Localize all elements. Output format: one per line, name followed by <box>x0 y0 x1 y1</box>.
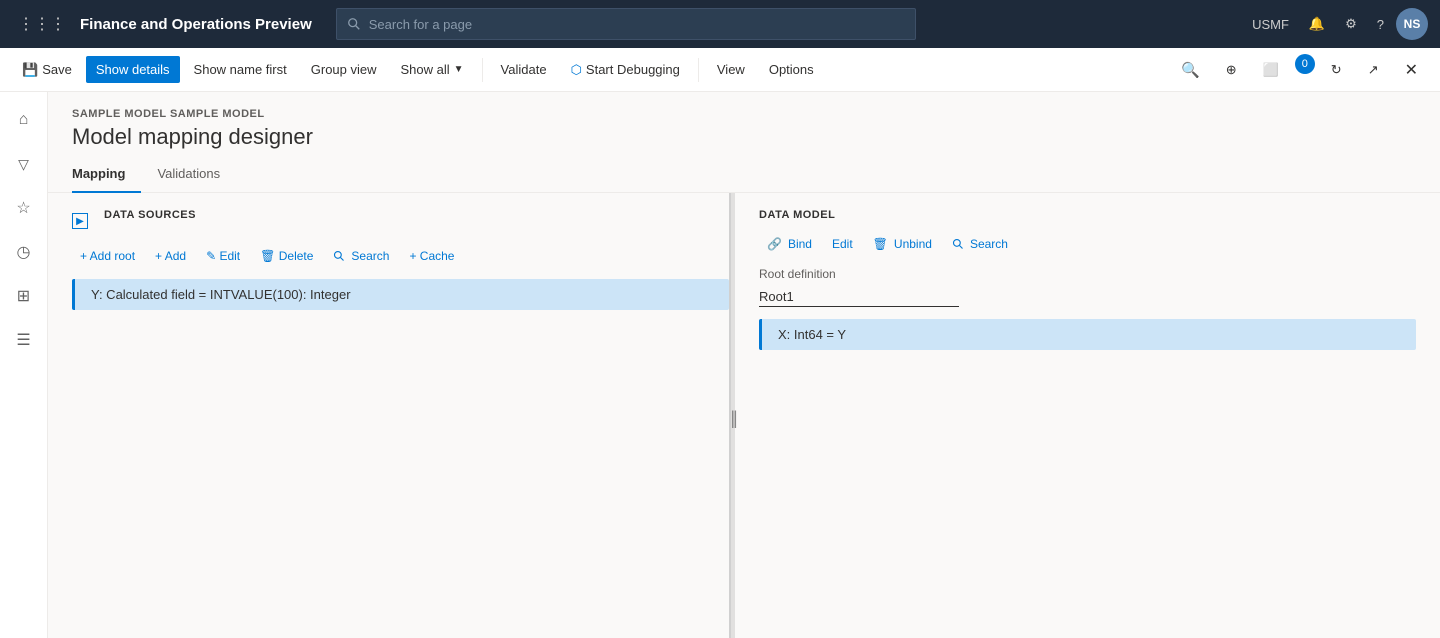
validate-button[interactable]: Validate <box>491 56 557 83</box>
cmd-badge[interactable]: 0 <box>1295 54 1315 74</box>
show-name-first-button[interactable]: Show name first <box>184 56 297 83</box>
search-small-icon <box>333 250 345 262</box>
right-edit-button[interactable]: Edit <box>824 233 861 255</box>
cmd-expand-icon[interactable]: ⬜ <box>1253 54 1289 86</box>
main-layout: ⌂ ▽ ☆ ◷ ⊞ ☰ SAMPLE MODEL SAMPLE MODEL Mo… <box>0 92 1440 638</box>
grid-icon[interactable]: ⋮⋮⋮ <box>12 8 72 40</box>
cmd-refresh-icon[interactable]: ↻ <box>1321 54 1352 86</box>
main-content: SAMPLE MODEL SAMPLE MODEL Model mapping … <box>48 92 1440 638</box>
search-button[interactable]: Search <box>325 245 397 267</box>
cmd-right-actions: 🔍 ⊕ ⬜ 0 ↻ ↗ ✕ <box>1171 54 1428 86</box>
edit-button[interactable]: ✎ Edit <box>198 245 248 267</box>
data-source-row[interactable]: Y: Calculated field = INTVALUE(100): Int… <box>72 279 729 310</box>
top-nav-right-area: USMF 🔔 ⚙ ? NS <box>1244 8 1428 40</box>
cmd-close-icon[interactable]: ✕ <box>1395 54 1428 86</box>
root-definition-input[interactable] <box>759 287 959 307</box>
sidebar-item-home[interactable]: ⌂ <box>4 100 44 140</box>
right-search-button[interactable]: Search <box>944 233 1016 255</box>
expand-icon[interactable]: ▶ <box>72 213 88 229</box>
cmd-search-icon[interactable]: 🔍 <box>1171 54 1210 86</box>
sidebar-item-filter[interactable]: ▽ <box>4 144 44 184</box>
start-debugging-button[interactable]: ⬡ Start Debugging <box>561 56 690 84</box>
search-input[interactable] <box>369 17 905 32</box>
trash-icon: 🗑 <box>873 237 888 251</box>
app-title: Finance and Operations Preview <box>80 16 312 33</box>
right-search-icon <box>952 238 964 250</box>
add-button[interactable]: + Add <box>147 245 194 267</box>
show-details-button[interactable]: Show details <box>86 56 180 83</box>
add-root-button[interactable]: + Add root <box>72 245 143 267</box>
page-header: SAMPLE MODEL SAMPLE MODEL Model mapping … <box>48 92 1440 158</box>
options-button[interactable]: Options <box>759 56 824 83</box>
save-icon: 💾 <box>22 62 38 78</box>
avatar[interactable]: NS <box>1396 8 1428 40</box>
panels-container: ▶ DATA SOURCES + Add root + Add ✎ Edit 🗑… <box>48 193 1440 638</box>
unbind-button[interactable]: 🗑 Unbind <box>865 233 940 255</box>
debug-icon: ⬡ <box>571 62 582 78</box>
cmd-share-icon[interactable]: ↗ <box>1358 54 1389 86</box>
search-icon <box>347 17 361 31</box>
left-panel-toolbar: + Add root + Add ✎ Edit 🗑 Delete <box>72 245 729 267</box>
page-title: Model mapping designer <box>72 124 1416 150</box>
top-navigation: ⋮⋮⋮ Finance and Operations Preview USMF … <box>0 0 1440 48</box>
left-panel: ▶ DATA SOURCES + Add root + Add ✎ Edit 🗑… <box>48 193 731 638</box>
right-panel: DATA MODEL 🔗 Bind Edit 🗑 Unbind <box>735 193 1440 638</box>
link-icon: 🔗 <box>767 237 782 251</box>
group-view-button[interactable]: Group view <box>301 56 387 83</box>
sidebar-item-workspace[interactable]: ⊞ <box>4 276 44 316</box>
left-panel-header: DATA SOURCES <box>104 209 196 221</box>
command-bar: 💾 Save Show details Show name first Grou… <box>0 48 1440 92</box>
help-icon[interactable]: ? <box>1369 11 1392 38</box>
view-button[interactable]: View <box>707 56 755 83</box>
right-panel-header: DATA MODEL <box>759 209 1416 221</box>
sidebar-item-recent[interactable]: ◷ <box>4 232 44 272</box>
user-location: USMF <box>1244 11 1297 38</box>
notification-icon[interactable]: 🔔 <box>1301 10 1333 38</box>
tab-validations[interactable]: Validations <box>157 158 236 193</box>
tab-bar: Mapping Validations <box>48 158 1440 193</box>
save-button[interactable]: 💾 Save <box>12 56 82 84</box>
root-definition-label: Root definition <box>759 267 1416 281</box>
global-search[interactable] <box>336 8 916 40</box>
separator-2 <box>698 58 699 82</box>
sidebar-item-favorites[interactable]: ☆ <box>4 188 44 228</box>
tab-mapping[interactable]: Mapping <box>72 158 141 193</box>
sidebar: ⌂ ▽ ☆ ◷ ⊞ ☰ <box>0 92 48 638</box>
cmd-pin-icon[interactable]: ⊕ <box>1216 54 1247 86</box>
bind-button[interactable]: 🔗 Bind <box>759 233 820 255</box>
cache-button[interactable]: + Cache <box>401 245 462 267</box>
sidebar-item-list[interactable]: ☰ <box>4 320 44 360</box>
settings-icon[interactable]: ⚙ <box>1337 10 1365 38</box>
chevron-down-icon: ▼ <box>454 64 464 75</box>
show-all-button[interactable]: Show all ▼ <box>391 56 474 83</box>
data-model-row[interactable]: X: Int64 = Y <box>759 319 1416 350</box>
right-panel-toolbar: 🔗 Bind Edit 🗑 Unbind <box>759 233 1416 255</box>
breadcrumb: SAMPLE MODEL SAMPLE MODEL <box>72 108 1416 120</box>
separator-1 <box>482 58 483 82</box>
delete-button[interactable]: 🗑 Delete <box>252 245 321 267</box>
